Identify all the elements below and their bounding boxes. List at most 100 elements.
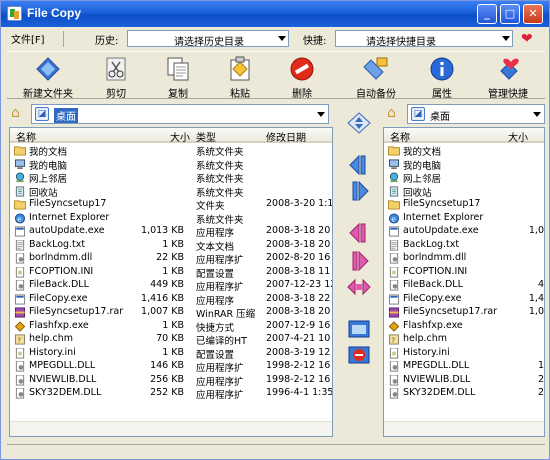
chevron-down-icon[interactable] [317, 112, 325, 117]
move-right-icon[interactable] [347, 250, 371, 272]
list-item[interactable]: 我的文档 系统文件夹 [10, 144, 332, 158]
list-item[interactable]: FileSyncsetup17 文件夹 2008-3-20 1:1 [10, 198, 332, 212]
list-item[interactable]: FCOPTION.INI 1 KB 配置设置 2008-3-18 11 [10, 266, 332, 280]
col-type-header[interactable]: 类型 [196, 129, 216, 144]
col-name-header[interactable]: 名称 [16, 129, 36, 144]
copy-button[interactable]: 复制 [147, 54, 209, 100]
file-size: 4 [537, 279, 544, 290]
list-item[interactable]: BackLog.txt [384, 239, 544, 253]
file-name: help.chm [403, 333, 448, 344]
chevron-down-icon[interactable] [278, 36, 286, 41]
list-item[interactable]: BackLog.txt 1 KB 文本文档 2008-3-18 20 [10, 239, 332, 253]
list-item[interactable]: borlndmm.dll [384, 252, 544, 266]
auto-backup-button[interactable]: 自动备份 [343, 54, 409, 100]
shortcut-select[interactable]: 请选择快捷目录 [335, 30, 513, 48]
file-type: 应用程序扩 [196, 255, 244, 266]
left-horizontal-scrollbar[interactable] [10, 421, 332, 436]
up-folder-icon[interactable]: ⌂ [387, 106, 403, 122]
file-type: 应用程序扩 [196, 376, 244, 388]
list-item[interactable]: FileCopy.exe 1,416 KB 应用程序 2008-3-18 22 [10, 293, 332, 307]
file-name: BackLog.txt [403, 238, 460, 250]
list-item[interactable]: FileCopy.exe 1,4 [384, 293, 544, 307]
move-left-icon[interactable] [347, 222, 371, 244]
list-item[interactable]: FCOPTION.INI [384, 266, 544, 280]
col-date-header[interactable]: 修改日期 [266, 129, 306, 144]
col-name-header[interactable]: 名称 [390, 129, 410, 144]
list-item[interactable]: 网上邻居 [384, 171, 544, 185]
list-item[interactable]: History.ini 1 KB 配置设置 2008-3-19 12 [10, 347, 332, 361]
right-file-list[interactable]: 名称 大小 我的文档 我的电脑 网上邻居 回收站 FileSyncsetup17 e Int… [383, 127, 545, 437]
list-item[interactable]: 回收站 系统文件夹 [10, 185, 332, 199]
sync-both-icon[interactable] [347, 276, 371, 298]
swap-panes-icon[interactable] [347, 112, 371, 134]
list-item[interactable]: e Internet Explorer [384, 212, 544, 226]
manage-shortcuts-button[interactable]: 管理快捷 [475, 54, 541, 100]
left-path-select[interactable]: ◪ 桌面 [31, 104, 329, 124]
list-item[interactable]: History.ini [384, 347, 544, 361]
col-size-header[interactable]: 大小 [170, 129, 190, 144]
list-item[interactable]: FileBack.DLL 4 [384, 279, 544, 293]
list-item[interactable]: borlndmm.dll 22 KB 应用程序扩 2002-8-20 16 [10, 252, 332, 266]
paste-button[interactable]: 粘贴 [209, 54, 271, 100]
list-item[interactable]: FileBack.DLL 449 KB 应用程序扩 2007-12-23 12 [10, 279, 332, 293]
list-item[interactable]: NVIEWLIB.DLL 256 KB 应用程序扩 1998-2-12 16 [10, 374, 332, 388]
list-item[interactable]: 网上邻居 系统文件夹 [10, 171, 332, 185]
right-horizontal-scrollbar[interactable] [384, 421, 544, 436]
list-item[interactable]: 我的电脑 [384, 158, 544, 172]
list-item[interactable]: autoUpdate.exe 1,013 KB 应用程序 2008-3-18 20 [10, 225, 332, 239]
properties-button[interactable]: 属性 [411, 54, 473, 100]
copy-left-icon[interactable] [347, 154, 371, 176]
exe-icon [14, 293, 26, 305]
list-item[interactable]: 回收站 [384, 185, 544, 199]
computer-icon [388, 158, 400, 169]
list-item[interactable]: FileSyncsetup17.rar 1,007 KB WinRAR 压缩 2008… [10, 306, 332, 320]
close-button[interactable]: ✕ [523, 4, 543, 24]
file-name: SKY32DEM.DLL [29, 387, 102, 398]
file-size: 449 KB [150, 279, 184, 290]
chevron-down-icon[interactable] [502, 36, 510, 41]
ie-icon: e [14, 212, 26, 224]
list-item[interactable]: NVIEWLIB.DLL 2 [384, 374, 544, 388]
list-item[interactable]: Flashfxp.exe 1 KB 快捷方式 2007-12-9 16 [10, 320, 332, 334]
stop-icon[interactable] [347, 344, 371, 366]
delete-button[interactable]: 删除 [271, 54, 333, 100]
file-type: 已编译的HT [196, 336, 247, 347]
maximize-button[interactable]: □ [500, 4, 520, 24]
up-folder-icon[interactable]: ⌂ [11, 106, 27, 122]
list-item[interactable]: SKY32DEM.DLL 252 KB 应用程序扩 1996-4-1 1:35 [10, 387, 332, 401]
list-item[interactable]: MPEGDLL.DLL 1 [384, 360, 544, 374]
minimize-button[interactable]: _ [477, 4, 497, 24]
list-item[interactable]: ? help.chm [384, 333, 544, 347]
new-folder-icon [36, 57, 60, 81]
window-icon[interactable] [347, 318, 371, 340]
list-item[interactable]: autoUpdate.exe 1,0 [384, 225, 544, 239]
file-menu[interactable]: 文件[F] [11, 31, 64, 47]
title-bar[interactable]: File Copy _ □ ✕ [1, 1, 549, 27]
list-item[interactable]: SKY32DEM.DLL 2 [384, 387, 544, 401]
right-path-select[interactable]: ◪ 桌面 [407, 104, 545, 124]
list-item[interactable]: ? help.chm 70 KB 已编译的HT 2007-4-21 10 [10, 333, 332, 347]
history-select[interactable]: 请选择历史目录 [127, 30, 289, 48]
new-folder-button[interactable]: 新建文件夹 [11, 54, 85, 100]
chevron-down-icon[interactable] [533, 112, 541, 117]
file-name: History.ini [29, 346, 76, 358]
list-item[interactable]: Flashfxp.exe [384, 320, 544, 334]
list-item[interactable]: e Internet Explorer 系统文件夹 [10, 212, 332, 226]
favorite-heart-icon[interactable]: ❤ [521, 31, 533, 47]
file-type: 系统文件夹 [196, 187, 244, 199]
list-item[interactable]: 我的文档 [384, 144, 544, 158]
list-item[interactable]: 我的电脑 系统文件夹 [10, 158, 332, 172]
file-size: 1,013 KB [141, 225, 184, 236]
list-item[interactable]: FileSyncsetup17.rar 1,0 [384, 306, 544, 320]
exe-icon [388, 293, 400, 305]
list-item[interactable]: FileSyncsetup17 [384, 198, 544, 212]
copy-right-icon[interactable] [347, 180, 371, 202]
cut-button[interactable]: 剪切 [85, 54, 147, 100]
list-item[interactable]: MPEGDLL.DLL 146 KB 应用程序扩 1998-2-12 16 [10, 360, 332, 374]
desktop-icon: ◪ [35, 107, 49, 121]
copy-icon [167, 57, 189, 81]
file-size: 70 KB [156, 333, 184, 344]
left-file-list[interactable]: 名称 大小 类型 修改日期 我的文档 系统文件夹 我的电脑 系统文件夹 网上邻居 系统文件… [9, 127, 333, 437]
col-size-header[interactable]: 大小 [508, 129, 528, 144]
folder-icon [14, 146, 26, 156]
